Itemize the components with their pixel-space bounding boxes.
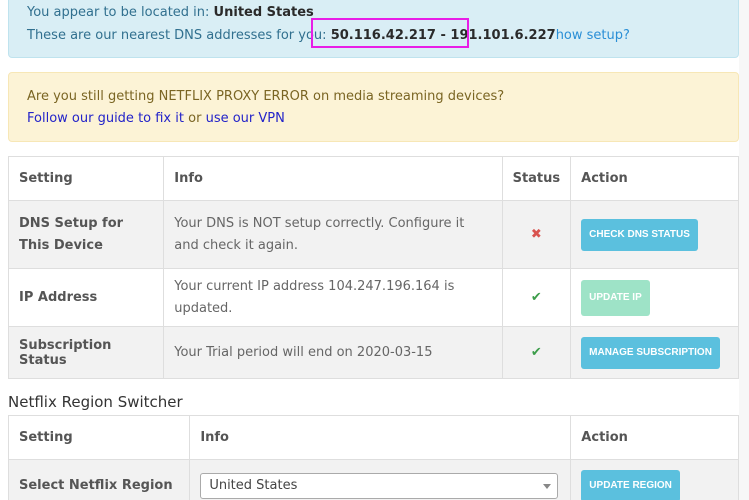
dns-highlight-box — [311, 18, 469, 48]
update-ip-button[interactable]: UPDATE IP — [581, 279, 650, 316]
settings-table: Setting Info Status Action DNS Setup for… — [7, 156, 739, 379]
action-cell: MANAGE SUBSCRIPTION — [570, 326, 739, 379]
check-icon: ✔ — [530, 345, 542, 360]
scrollbar[interactable] — [739, 0, 749, 500]
region-select-cell: United States — [189, 459, 572, 500]
guide-link[interactable]: Follow our guide to fix it — [27, 111, 184, 126]
header-status: Status — [501, 156, 572, 201]
proxy-question: Are you still getting NETFLIX PROXY ERRO… — [27, 89, 505, 104]
header-setting: Setting — [7, 415, 191, 460]
header-action: Action — [570, 415, 739, 460]
region-table: Setting Info Action Select Netflix Regio… — [7, 415, 739, 500]
status-cell: ✖ — [501, 200, 572, 269]
header-info: Info — [189, 415, 572, 460]
setting-name: Subscription Status — [7, 326, 165, 379]
status-cell: ✔ — [501, 326, 572, 379]
proxy-links-line: Follow our guide to fix it or use our VP… — [27, 111, 285, 126]
check-dns-status-button[interactable]: CHECK DNS STATUS — [581, 218, 698, 251]
dns-prefix: These are our nearest DNS addresses for … — [27, 28, 327, 43]
setting-info: Your Trial period will end on 2020-03-15 — [163, 326, 503, 379]
status-cell: ✔ — [501, 268, 572, 327]
table-row: DNS Setup for This Device Your DNS is NO… — [7, 200, 739, 269]
setting-info: Your current IP address 104.247.196.164 … — [163, 268, 503, 327]
table-row: Subscription Status Your Trial period wi… — [7, 326, 739, 379]
header-setting: Setting — [7, 156, 165, 201]
chevron-down-icon — [543, 483, 552, 489]
location-value: United States — [213, 5, 314, 20]
action-cell: CHECK DNS STATUS — [570, 200, 739, 269]
region-select[interactable]: United States — [200, 472, 559, 499]
region-header-row: Setting Info Action — [7, 415, 739, 460]
or-text: or — [188, 111, 202, 126]
setting-name: Select Netflix Region — [7, 459, 191, 500]
action-cell: UPDATE REGION — [570, 459, 739, 500]
header-action: Action — [570, 156, 739, 201]
check-icon: ✔ — [530, 290, 542, 305]
how-setup-link[interactable]: how setup? — [556, 28, 630, 43]
header-info: Info — [163, 156, 503, 201]
error-x-icon: ✖ — [530, 227, 542, 242]
update-region-button[interactable]: UPDATE REGION — [581, 469, 680, 500]
setting-name: IP Address — [7, 268, 165, 327]
region-select-value: United States — [209, 477, 298, 493]
proxy-warning-alert: Are you still getting NETFLIX PROXY ERRO… — [8, 72, 739, 142]
settings-header-row: Setting Info Status Action — [7, 156, 739, 201]
setting-info: Your DNS is NOT setup correctly. Configu… — [163, 200, 503, 269]
location-line: You appear to be located in: United Stat… — [27, 5, 314, 20]
vpn-link[interactable]: use our VPN — [206, 111, 285, 126]
table-row: IP Address Your current IP address 104.2… — [7, 268, 739, 327]
action-cell: UPDATE IP — [570, 268, 739, 327]
setting-name: DNS Setup for This Device — [7, 200, 165, 269]
manage-subscription-button[interactable]: MANAGE SUBSCRIPTION — [581, 336, 720, 369]
region-switcher-title: Netflix Region Switcher — [8, 393, 183, 411]
table-row: Select Netflix Region United States UPDA… — [7, 459, 739, 500]
location-prefix: You appear to be located in: — [27, 5, 210, 20]
